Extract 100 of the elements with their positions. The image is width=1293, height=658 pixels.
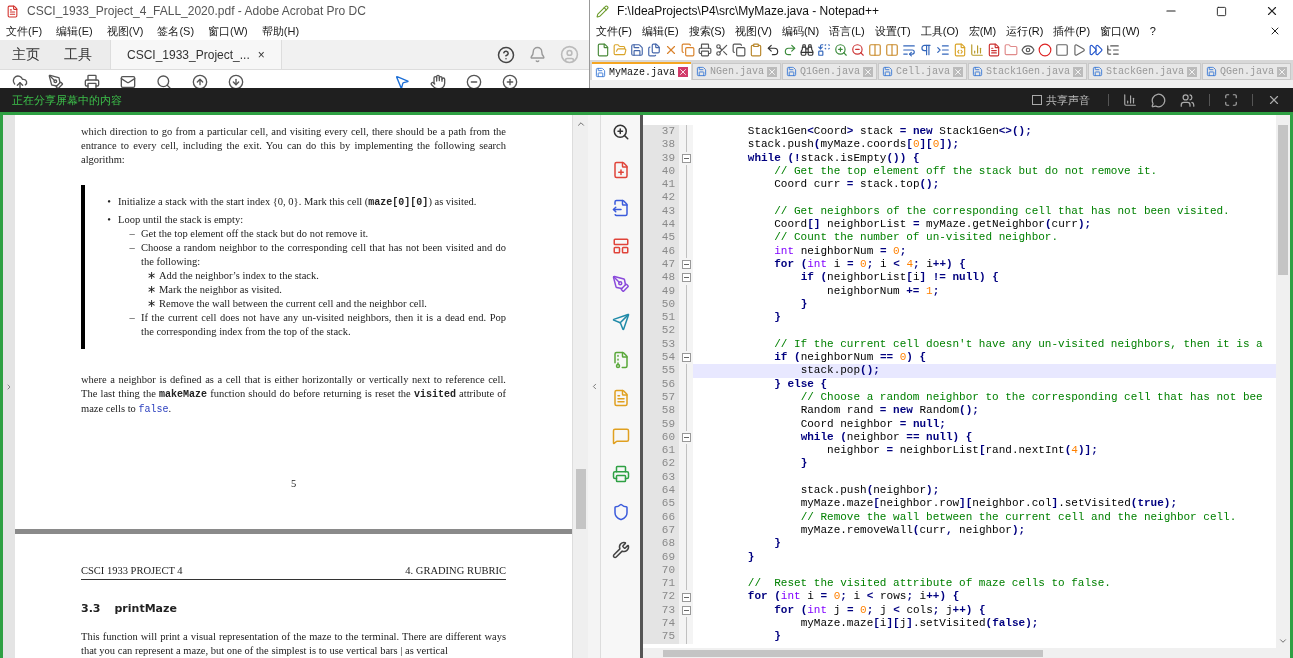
- menu-item[interactable]: 运行(R): [1006, 22, 1044, 40]
- fold-marker-icon[interactable]: [681, 273, 691, 283]
- new-file-icon[interactable]: [595, 43, 610, 57]
- printer-icon[interactable]: [84, 74, 100, 88]
- scrollbar-thumb[interactable]: [575, 469, 586, 529]
- zoom-icon[interactable]: [611, 123, 630, 141]
- horizontal-scrollbar[interactable]: [643, 648, 1290, 658]
- menu-item[interactable]: ?: [1149, 22, 1156, 40]
- close-icon[interactable]: [1267, 93, 1281, 107]
- expand-panel-icon[interactable]: [5, 382, 13, 391]
- pen-icon[interactable]: [48, 74, 64, 88]
- section-number: 3.3: [81, 602, 101, 616]
- pointer-icon[interactable]: [394, 74, 410, 88]
- menu-item[interactable]: 签名(S): [157, 22, 195, 40]
- word-wrap-icon[interactable]: [901, 43, 916, 57]
- copy-icon[interactable]: [731, 43, 746, 57]
- send-icon[interactable]: [611, 313, 630, 331]
- tools-icon[interactable]: [611, 541, 630, 559]
- nav-tab[interactable]: 主页: [0, 40, 52, 69]
- scroll-up-icon[interactable]: [575, 119, 586, 129]
- close-tab-icon[interactable]: [677, 67, 688, 77]
- print-icon[interactable]: [611, 465, 630, 483]
- close-tab-button[interactable]: ×: [257, 45, 265, 64]
- maximize-icon[interactable]: [1216, 5, 1227, 17]
- stop-icon[interactable]: [1054, 43, 1069, 57]
- share-sound-label[interactable]: 共享声音: [1046, 91, 1090, 109]
- mail-icon[interactable]: [120, 74, 136, 88]
- eye-icon[interactable]: [1020, 43, 1035, 57]
- indent-guide-icon[interactable]: [935, 43, 950, 57]
- menu-item[interactable]: 文件(F): [6, 22, 43, 40]
- vertical-scrollbar[interactable]: [1276, 115, 1290, 648]
- menu-item[interactable]: 窗口(W): [208, 22, 248, 40]
- share-sound-checkbox[interactable]: [1032, 95, 1042, 105]
- export-pdf-icon[interactable]: [611, 199, 630, 217]
- chat-icon[interactable]: [1151, 92, 1166, 108]
- close-icon[interactable]: [1265, 4, 1279, 18]
- scroll-down-icon[interactable]: [1278, 636, 1288, 646]
- fold-marker-icon[interactable]: [681, 432, 691, 442]
- close-document-icon[interactable]: [1269, 25, 1281, 37]
- save-icon[interactable]: [629, 43, 644, 57]
- binoculars-icon[interactable]: [799, 43, 814, 57]
- zoom-in-icon[interactable]: [833, 43, 848, 57]
- arrow-up-icon[interactable]: [192, 74, 208, 88]
- menu-item[interactable]: 插件(P): [1053, 22, 1091, 40]
- document-tab[interactable]: CSCI_1933_Project_... ×: [110, 40, 282, 69]
- scrollbar-track[interactable]: [572, 115, 588, 658]
- printer-icon[interactable]: [697, 43, 712, 57]
- compress-icon[interactable]: [611, 351, 630, 369]
- code-line: neighbor = neighborList[rand.nextInt(4)];: [826, 444, 1099, 458]
- fold-marker-icon[interactable]: [681, 153, 691, 163]
- cloud-icon[interactable]: [12, 74, 28, 88]
- scissors-icon[interactable]: [714, 43, 729, 57]
- fold-marker-icon[interactable]: [681, 260, 691, 270]
- file-tab[interactable]: MyMaze.java: [591, 62, 691, 80]
- replace-icon[interactable]: [816, 43, 831, 57]
- participants-icon[interactable]: [1180, 92, 1195, 108]
- menu-item[interactable]: 语言(L): [829, 22, 865, 40]
- fold-marker-icon[interactable]: [681, 605, 691, 615]
- menu-item[interactable]: 编码(N): [781, 22, 820, 40]
- code-line: Coord[] neighborList = myMaze.getNeighbor(curr);: [773, 218, 1093, 232]
- menu-item[interactable]: 编辑(E): [56, 22, 93, 40]
- search-icon[interactable]: [156, 74, 172, 88]
- undo-icon[interactable]: [765, 43, 780, 57]
- organize-pages-icon[interactable]: [611, 237, 630, 255]
- scrollbar-thumb[interactable]: [1278, 125, 1288, 275]
- fold-marker-icon[interactable]: [681, 592, 691, 602]
- zoom-out-icon[interactable]: [466, 74, 482, 88]
- menu-item[interactable]: 视图(V): [735, 22, 772, 40]
- function-list-icon[interactable]: [986, 43, 1001, 57]
- redo-icon[interactable]: [782, 43, 797, 57]
- code-line: }: [773, 630, 782, 644]
- scrollbar-thumb[interactable]: [663, 649, 1043, 657]
- help-icon[interactable]: [496, 45, 515, 64]
- line-number: 72: [643, 590, 679, 604]
- arrow-down-icon[interactable]: [228, 74, 244, 88]
- menu-item[interactable]: 工具(O): [920, 22, 959, 40]
- sign-icon[interactable]: [611, 275, 630, 293]
- menu-item[interactable]: 宏(M): [968, 22, 997, 40]
- zoom-out-icon[interactable]: [850, 43, 865, 57]
- menu-item[interactable]: 视图(V): [106, 22, 144, 40]
- bell-icon[interactable]: [528, 46, 546, 63]
- menu-item[interactable]: 设置(T): [874, 22, 911, 40]
- nav-tab[interactable]: 工具: [52, 40, 104, 69]
- shield-icon[interactable]: [611, 503, 630, 521]
- list-item-text: Loop until the stack is empty:: [118, 213, 245, 227]
- play-icon[interactable]: [1071, 43, 1086, 57]
- menu-item[interactable]: 帮助(H): [261, 22, 300, 40]
- hand-icon[interactable]: [430, 74, 446, 88]
- code-line: // Count the number of un-visited neighbor.: [773, 231, 1060, 245]
- menu-item[interactable]: 窗口(W): [1100, 22, 1140, 40]
- zoom-in-icon[interactable]: [502, 74, 518, 88]
- pilcrow-icon[interactable]: [918, 43, 933, 57]
- fullscreen-icon[interactable]: [1224, 93, 1238, 107]
- menu-item[interactable]: 文件(F): [595, 22, 632, 40]
- fold-marker-icon[interactable]: [681, 353, 691, 363]
- create-pdf-icon[interactable]: [611, 161, 630, 179]
- menu-item[interactable]: 搜索(S): [688, 22, 726, 40]
- record-icon[interactable]: [1037, 43, 1052, 57]
- menu-item[interactable]: 编辑(E): [641, 22, 679, 40]
- fast-forward-icon[interactable]: [1088, 43, 1103, 57]
